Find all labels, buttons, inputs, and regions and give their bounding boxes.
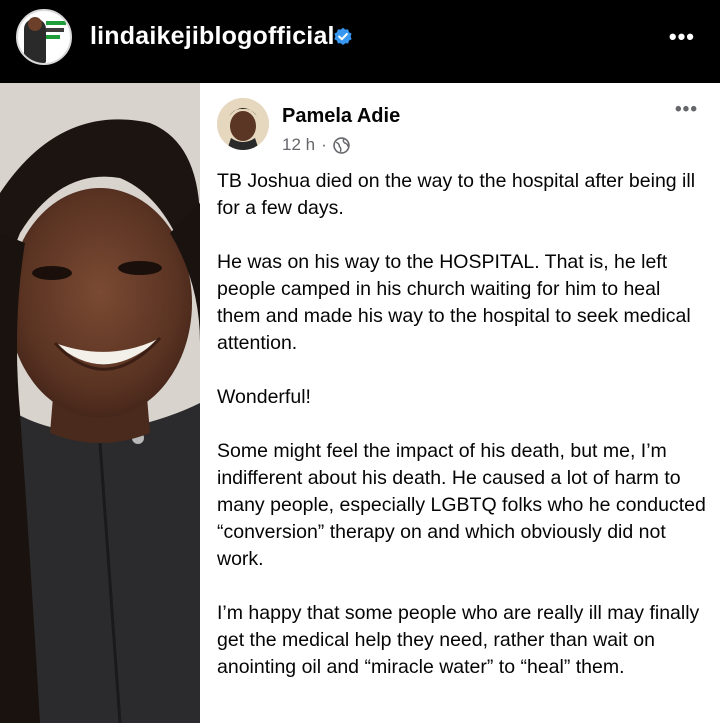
- post-time[interactable]: 12 h: [282, 135, 315, 155]
- post-paragraph: He was on his way to the HOSPITAL. That …: [217, 251, 691, 354]
- facebook-post-card: Pamela Adie 12 h · ••• TB Joshua died on…: [200, 83, 720, 723]
- post-text: TB Joshua died on the way to the hospita…: [217, 168, 707, 708]
- post-paragraph: Some might feel the impact of his death,…: [217, 440, 706, 570]
- author-avatar[interactable]: [217, 98, 269, 150]
- post-paragraph: I’m happy that some people who are reall…: [217, 602, 700, 678]
- author-name[interactable]: Pamela Adie: [282, 105, 400, 128]
- profile-username[interactable]: lindaikejiblogofficial: [90, 22, 335, 51]
- post-paragraph: TB Joshua died on the way to the hospita…: [217, 170, 696, 219]
- post-meta: 12 h ·: [282, 135, 350, 155]
- post-more-options-icon[interactable]: •••: [675, 99, 698, 121]
- verified-badge-icon: [334, 27, 352, 45]
- post-paragraph: Wonderful!: [217, 386, 311, 408]
- profile-avatar[interactable]: [16, 9, 72, 65]
- instagram-post-header: lindaikejiblogofficial •••: [0, 0, 720, 83]
- globe-icon: [333, 136, 350, 154]
- meta-separator: ·: [321, 135, 327, 154]
- more-options-icon[interactable]: •••: [669, 24, 695, 50]
- portrait-photo: [0, 83, 200, 723]
